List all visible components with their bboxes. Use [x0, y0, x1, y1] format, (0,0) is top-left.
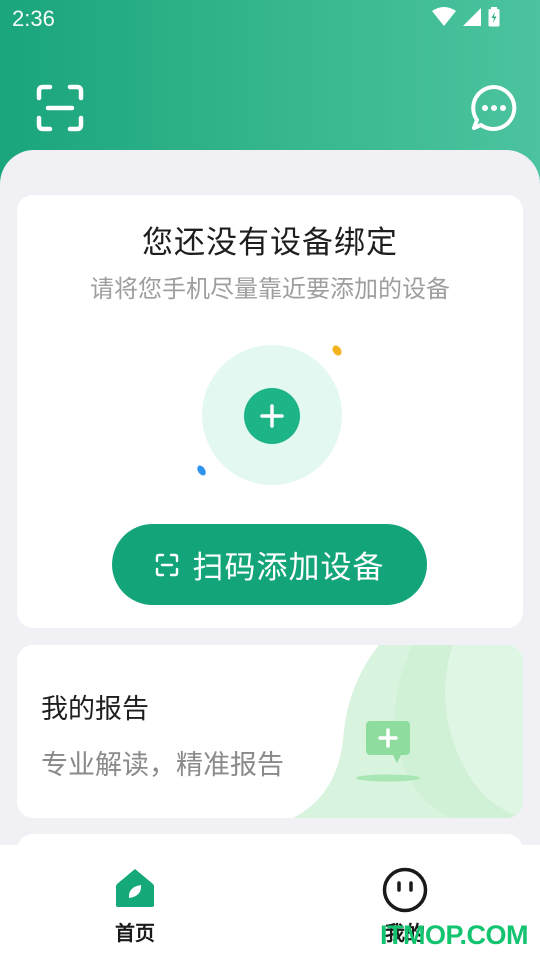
chat-bubble-icon — [471, 85, 517, 131]
home-leaf-icon — [116, 869, 154, 907]
scan-button[interactable] — [32, 80, 88, 136]
bind-title: 您还没有设备绑定 — [142, 225, 398, 261]
add-device-plus-button[interactable] — [244, 388, 300, 444]
face-icon — [382, 867, 428, 913]
report-illustration — [293, 645, 523, 818]
scan-icon — [36, 84, 84, 132]
bind-device-card: 您还没有设备绑定 请将您手机尽量靠近要添加的设备 扫码添加设备 — [17, 195, 523, 628]
status-icons — [432, 7, 500, 27]
scan-small-icon — [155, 553, 178, 576]
cell-signal-icon — [463, 8, 481, 26]
watermark: ITMOP.COM — [380, 920, 529, 950]
my-report-card[interactable]: 我的报告 专业解读，精准报告 — [17, 645, 523, 818]
wifi-icon — [432, 7, 456, 26]
report-title: 我的报告 — [41, 694, 149, 725]
decor-dot-orange — [330, 343, 344, 358]
status-time: 2:36 — [12, 6, 55, 31]
message-button[interactable] — [466, 80, 522, 136]
battery-icon — [488, 7, 500, 27]
nav-item-home[interactable]: 首页 — [0, 845, 270, 960]
bind-subtitle: 请将您手机尽量靠近要添加的设备 — [90, 275, 450, 303]
scan-add-device-label: 扫码添加设备 — [192, 550, 385, 586]
nav-label-home: 首页 — [115, 921, 155, 945]
report-subtitle: 专业解读，精准报告 — [41, 750, 284, 781]
scan-add-device-button[interactable]: 扫码添加设备 — [112, 524, 427, 605]
plus-icon — [260, 404, 284, 428]
status-bar: 2:36 — [0, 0, 540, 40]
decor-dot-blue — [195, 463, 208, 478]
